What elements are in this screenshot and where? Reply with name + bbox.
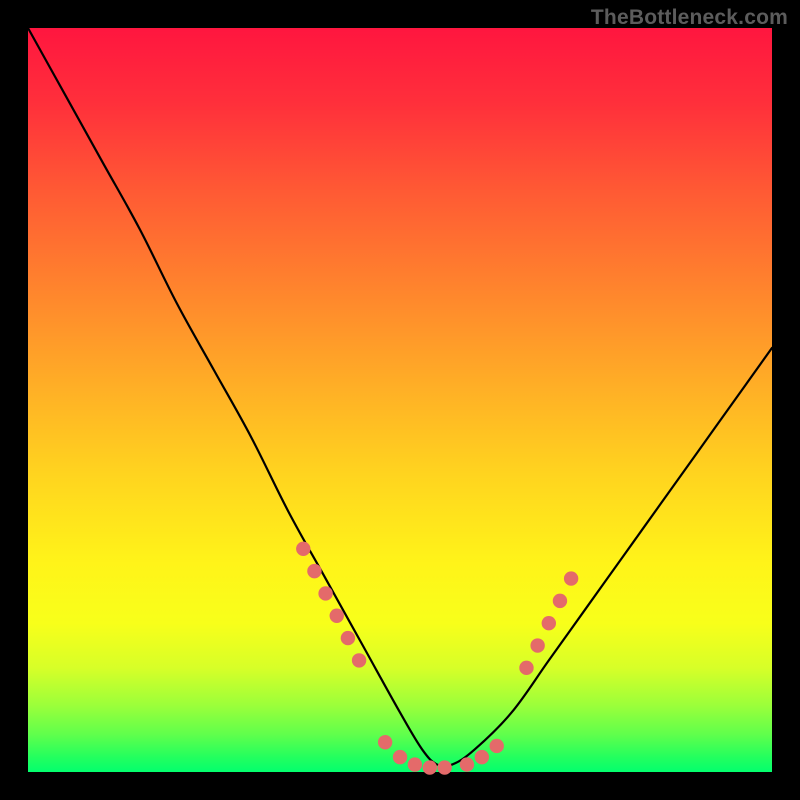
chart-frame: TheBottleneck.com [0, 0, 800, 800]
curve-marker [408, 757, 422, 771]
curve-marker [330, 609, 344, 623]
curve-marker [519, 661, 533, 675]
curve-marker [423, 760, 437, 774]
plot-area [28, 28, 772, 772]
curve-marker [378, 735, 392, 749]
curve-marker [318, 586, 332, 600]
curve-marker [475, 750, 489, 764]
curve-marker [542, 616, 556, 630]
bottleneck-curve-path [28, 28, 772, 767]
curve-marker [564, 571, 578, 585]
curve-marker [437, 760, 451, 774]
curve-marker [393, 750, 407, 764]
curve-marker [553, 594, 567, 608]
bottleneck-chart-svg [28, 28, 772, 772]
curve-markers [296, 542, 578, 775]
curve-marker [296, 542, 310, 556]
curve-marker [460, 757, 474, 771]
curve-marker [341, 631, 355, 645]
watermark-text: TheBottleneck.com [591, 6, 788, 30]
curve-marker [307, 564, 321, 578]
curve-marker [490, 739, 504, 753]
curve-marker [352, 653, 366, 667]
curve-marker [530, 638, 544, 652]
